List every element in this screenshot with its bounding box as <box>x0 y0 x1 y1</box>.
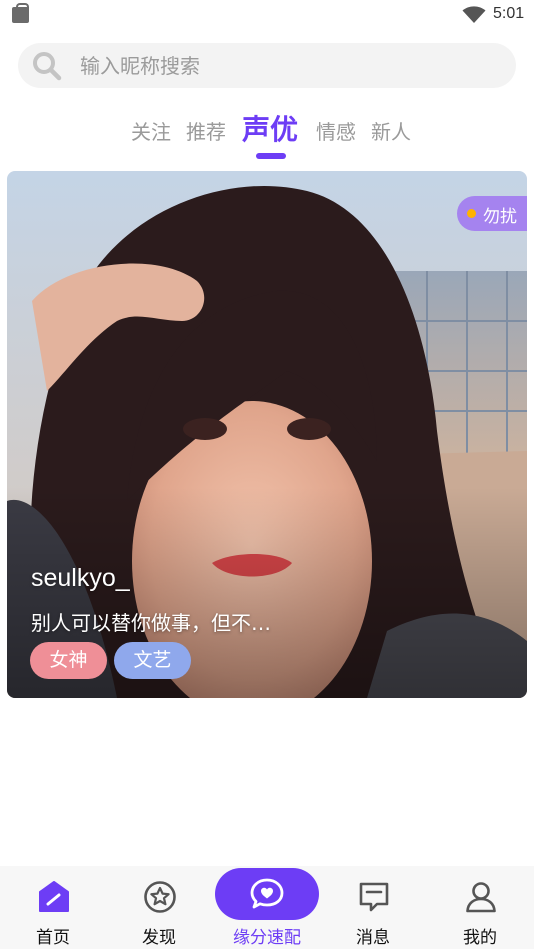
profile-tag: 女神 <box>30 642 107 679</box>
status-dot-icon <box>467 209 476 218</box>
nav-match-label: 缘分速配 <box>233 928 301 948</box>
shopping-bag-icon <box>12 3 29 23</box>
message-icon <box>359 882 389 912</box>
nav-discover[interactable]: 发现 <box>114 866 204 949</box>
status-time: 5:01 <box>493 5 525 22</box>
nav-messages[interactable]: 消息 <box>328 866 418 949</box>
profile-card[interactable]: 勿扰 seulkyo_ 别人可以替你做事，但不… 女神 文艺 <box>7 171 527 698</box>
nav-discover-label: 发现 <box>142 928 176 948</box>
nav-home-label: 首页 <box>36 928 70 948</box>
status-bar: 5:01 <box>0 0 534 30</box>
search-icon <box>33 52 62 81</box>
active-tab-indicator <box>256 153 286 159</box>
nav-profile[interactable]: 我的 <box>435 866 525 949</box>
tab-recommended[interactable]: 推荐 <box>186 116 226 145</box>
home-icon <box>39 881 69 912</box>
nav-home[interactable]: 首页 <box>8 866 98 949</box>
tab-newcomer[interactable]: 新人 <box>371 116 411 145</box>
tab-following[interactable]: 关注 <box>131 116 171 145</box>
wifi-icon <box>462 6 486 23</box>
nav-match[interactable] <box>215 868 319 920</box>
search-input[interactable] <box>80 43 500 88</box>
profile-bio: 别人可以替你做事，但不… <box>31 611 271 635</box>
nav-messages-label: 消息 <box>356 928 390 948</box>
search-bar[interactable] <box>18 43 516 88</box>
bottom-nav: 首页 发现 缘分速配 消息 我的 <box>0 866 534 949</box>
chat-heart-icon <box>250 878 284 909</box>
star-badge-icon <box>144 881 176 913</box>
profile-tag: 文艺 <box>114 642 191 679</box>
nav-profile-label: 我的 <box>463 928 497 948</box>
status-label: 勿扰 <box>483 207 517 227</box>
profile-name: seulkyo_ <box>31 564 130 592</box>
profile-icon <box>466 882 496 913</box>
category-tabs: 关注 推荐 声优 情感 新人 <box>0 108 534 168</box>
tab-emotion[interactable]: 情感 <box>316 116 356 145</box>
tab-voice-actor[interactable]: 声优 <box>242 108 298 148</box>
do-not-disturb-badge: 勿扰 <box>457 196 527 231</box>
